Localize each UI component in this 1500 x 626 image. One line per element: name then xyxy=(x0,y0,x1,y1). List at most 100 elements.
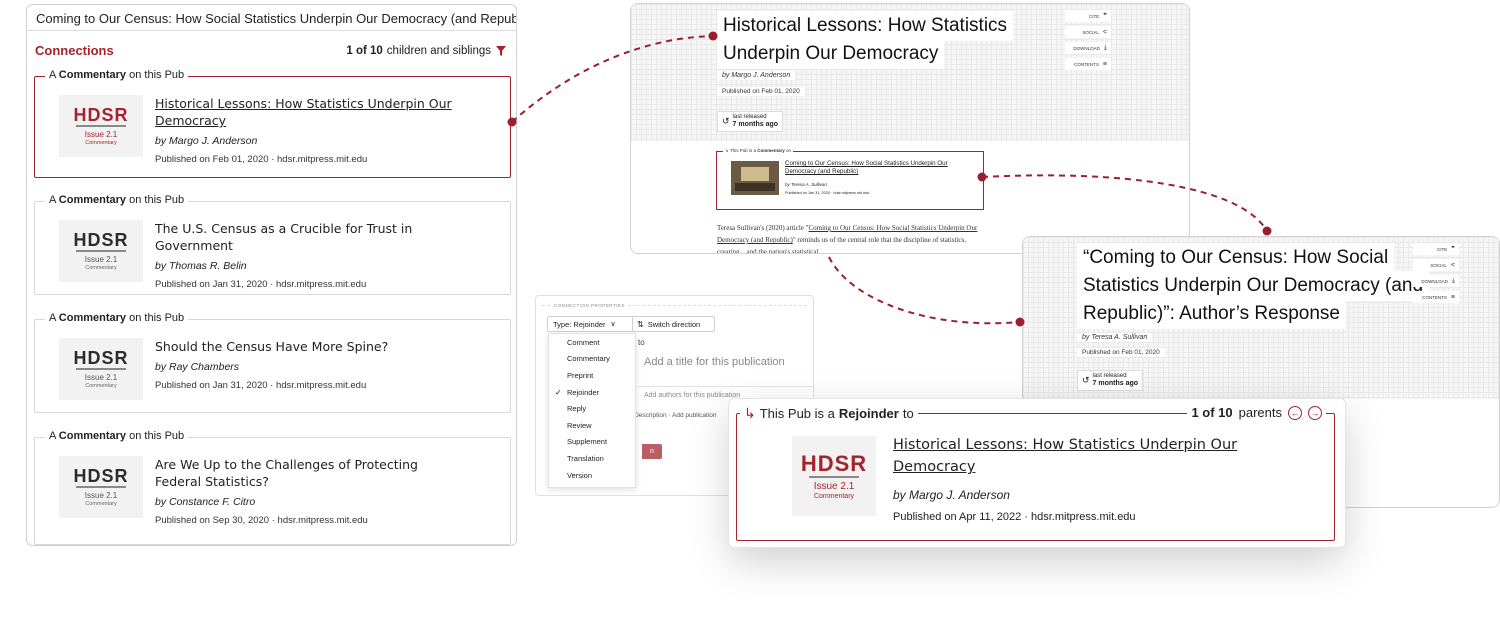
contents-button[interactable]: CONTENTS ≡ xyxy=(1065,58,1111,70)
cite-icon: ❞ xyxy=(1451,246,1455,253)
item-legend: A Commentary on this Pub xyxy=(45,194,189,206)
pub-thumbnail[interactable]: HDSR Issue 2.1 Commentary xyxy=(792,436,876,516)
arrow-right-circle-icon[interactable]: → xyxy=(1308,405,1322,420)
contents-label: CONTENTS xyxy=(1422,294,1447,300)
connection-legend: ↳ This Pub is a Rejoinder to xyxy=(740,405,918,422)
legend-prefix: A xyxy=(49,430,56,442)
download-icon: ⤓ xyxy=(1451,277,1455,284)
item-title[interactable]: Are We Up to the Challenges of Protectin… xyxy=(155,456,465,490)
menu-item-label: Rejoinder xyxy=(567,387,600,397)
legend-kind: Rejoinder xyxy=(838,406,899,421)
connections-count: 1 of 10 children and siblings xyxy=(346,45,507,57)
pub-author: by Teresa A. Sullivan xyxy=(1077,333,1153,342)
divider xyxy=(638,386,813,387)
item-title[interactable]: The U.S. Census as a Crucible for Trust … xyxy=(155,220,494,254)
legend-kind: Commentary xyxy=(58,69,127,81)
cite-label: CITE xyxy=(1436,246,1448,252)
contents-button[interactable]: CONTENTS ≡ xyxy=(1413,291,1459,303)
logo-underline xyxy=(76,250,126,252)
legend-suffix: on this Pub xyxy=(129,430,185,442)
list-item[interactable]: A Commentary on this Pub HDSR Issue 2.1 … xyxy=(34,69,511,178)
chevron-down-icon: ∨ xyxy=(610,321,616,328)
menu-item-label: Translation xyxy=(567,453,604,463)
pub-date-label: Published on xyxy=(722,88,760,95)
legend-prefix: A xyxy=(49,69,56,81)
menu-item-rejoinder[interactable]: ✓ Rejoinder xyxy=(549,384,635,401)
hdsr-logo: HDSR xyxy=(73,348,129,368)
connector-line xyxy=(828,256,1021,325)
cite-button[interactable]: CITE ❞ xyxy=(1413,243,1459,255)
switch-arrows-icon: ⇅ xyxy=(637,319,644,329)
parent-author: by Margo J. Anderson xyxy=(893,488,1010,502)
item-legend: A Commentary on this Pub xyxy=(45,312,189,324)
menu-item-version[interactable]: Version xyxy=(549,467,635,484)
parent-connection[interactable]: ↳ This Pub is a Rejoinder to 1 of 10 par… xyxy=(736,405,1335,541)
pub-title-line-2: Underpin Our Democracy xyxy=(717,39,945,69)
pub-thumbnail[interactable]: HDSR Issue 2.1 Commentary xyxy=(59,220,143,282)
pub-date-value: Feb 01, 2020 xyxy=(761,88,800,95)
menu-item-label: Reply xyxy=(567,404,587,414)
list-item[interactable]: A Commentary on this Pub HDSR Issue 2.1 … xyxy=(34,312,511,413)
mini-legend-prefix: This Pub is a xyxy=(729,148,756,153)
pub-title-line-3: Republic)”: Author’s Response xyxy=(1077,299,1346,329)
pub-thumbnail[interactable]: HDSR Issue 2.1 Commentary xyxy=(59,456,143,518)
list-item[interactable]: A Commentary on this Pub HDSR Issue 2.1 … xyxy=(34,430,511,545)
download-button[interactable]: DOWNLOAD ⤓ xyxy=(1413,275,1459,287)
parent-published: Published on Apr 11, 2022 · hdsr.mitpres… xyxy=(893,511,1136,523)
filter-icon[interactable] xyxy=(495,45,507,57)
parent-count: 1 of 10 parents ← → xyxy=(1187,405,1326,420)
mini-connection-box[interactable]: ↳ This Pub is a Commentary on Coming to … xyxy=(716,148,984,210)
legend-suffix: on this Pub xyxy=(129,69,185,81)
switch-direction-button[interactable]: ⇅ Switch direction xyxy=(632,316,715,332)
menu-item-translation[interactable]: Translation xyxy=(549,450,635,467)
check-icon: ✓ xyxy=(555,387,562,397)
thumb-kind: Commentary xyxy=(85,140,117,146)
pub-page-preview: Historical Lessons: How Statistics Under… xyxy=(630,3,1190,254)
social-button[interactable]: SOCIAL < xyxy=(1413,259,1459,271)
arrow-left-circle-icon[interactable]: ← xyxy=(1288,405,1302,420)
menu-item-commentary[interactable]: Commentary xyxy=(549,351,635,368)
type-menu: Comment Commentary Preprint ✓ Rejoinder R… xyxy=(548,333,636,488)
legend-kind: Commentary xyxy=(58,194,127,206)
mini-legend-kind: Commentary xyxy=(757,148,785,153)
pub-thumbnail[interactable]: HDSR Issue 2.1 Commentary xyxy=(59,338,143,400)
item-title-link[interactable]: Historical Lessons: How Statistics Under… xyxy=(155,95,494,129)
social-label: SOCIAL xyxy=(1430,262,1447,268)
article-body: Teresa Sullivan's (2020) article "Coming… xyxy=(717,222,992,253)
released-value: 7 months ago xyxy=(732,121,779,128)
mini-published: Published on Jan 31, 2020 · hdsr.mitpres… xyxy=(785,191,870,195)
return-arrow-icon: ↳ xyxy=(725,148,729,153)
cite-button[interactable]: CITE ❞ xyxy=(1065,10,1111,22)
pub-title-line-2: Statistics Underpin Our Democracy (and xyxy=(1077,271,1430,301)
thumb-issue: Issue 2.1 xyxy=(84,255,118,264)
authors-input[interactable]: Add authors for this publication xyxy=(644,392,740,399)
item-published: Published on Sep 30, 2020 · hdsr.mitpres… xyxy=(155,515,368,526)
pub-thumbnail[interactable]: HDSR Issue 2.1 Commentary xyxy=(59,95,143,157)
add-connection-button[interactable]: n xyxy=(642,444,662,459)
menu-item-review[interactable]: Review xyxy=(549,417,635,434)
history-icon: ↺ xyxy=(1082,375,1090,385)
connector-dot xyxy=(1262,226,1272,236)
parent-title-link[interactable]: Historical Lessons: How Statistics Under… xyxy=(893,434,1313,478)
return-arrow-icon: ↳ xyxy=(744,405,756,421)
item-title[interactable]: Should the Census Have More Spine? xyxy=(155,338,388,355)
list-item[interactable]: A Commentary on this Pub HDSR Issue 2.1 … xyxy=(34,194,511,295)
mini-title-link[interactable]: Coming to Our Census: How Social Statist… xyxy=(785,160,975,176)
menu-item-reply[interactable]: Reply xyxy=(549,400,635,417)
menu-item-comment[interactable]: Comment xyxy=(549,334,635,351)
title-input[interactable]: Add a title for this publication xyxy=(644,356,785,368)
menu-item-preprint[interactable]: Preprint xyxy=(549,367,635,384)
pub-date-label: Published on xyxy=(1082,349,1120,356)
type-select[interactable]: Type: Rejoinder ∨ xyxy=(547,316,634,332)
item-published: Published on Jan 31, 2020 · hdsr.mitpres… xyxy=(155,279,367,290)
social-button[interactable]: SOCIAL < xyxy=(1065,26,1111,38)
menu-item-supplement[interactable]: Supplement xyxy=(549,434,635,451)
legend-suffix: to xyxy=(902,406,914,421)
to-label: to xyxy=(638,338,645,347)
share-icon: < xyxy=(1102,28,1107,36)
menu-item-label: Comment xyxy=(567,337,600,347)
released-label: last released xyxy=(1092,373,1127,379)
download-button[interactable]: DOWNLOAD ⤓ xyxy=(1065,42,1111,54)
logo-underline xyxy=(809,475,859,478)
connections-header: Connections 1 of 10 children and sibling… xyxy=(35,43,507,58)
